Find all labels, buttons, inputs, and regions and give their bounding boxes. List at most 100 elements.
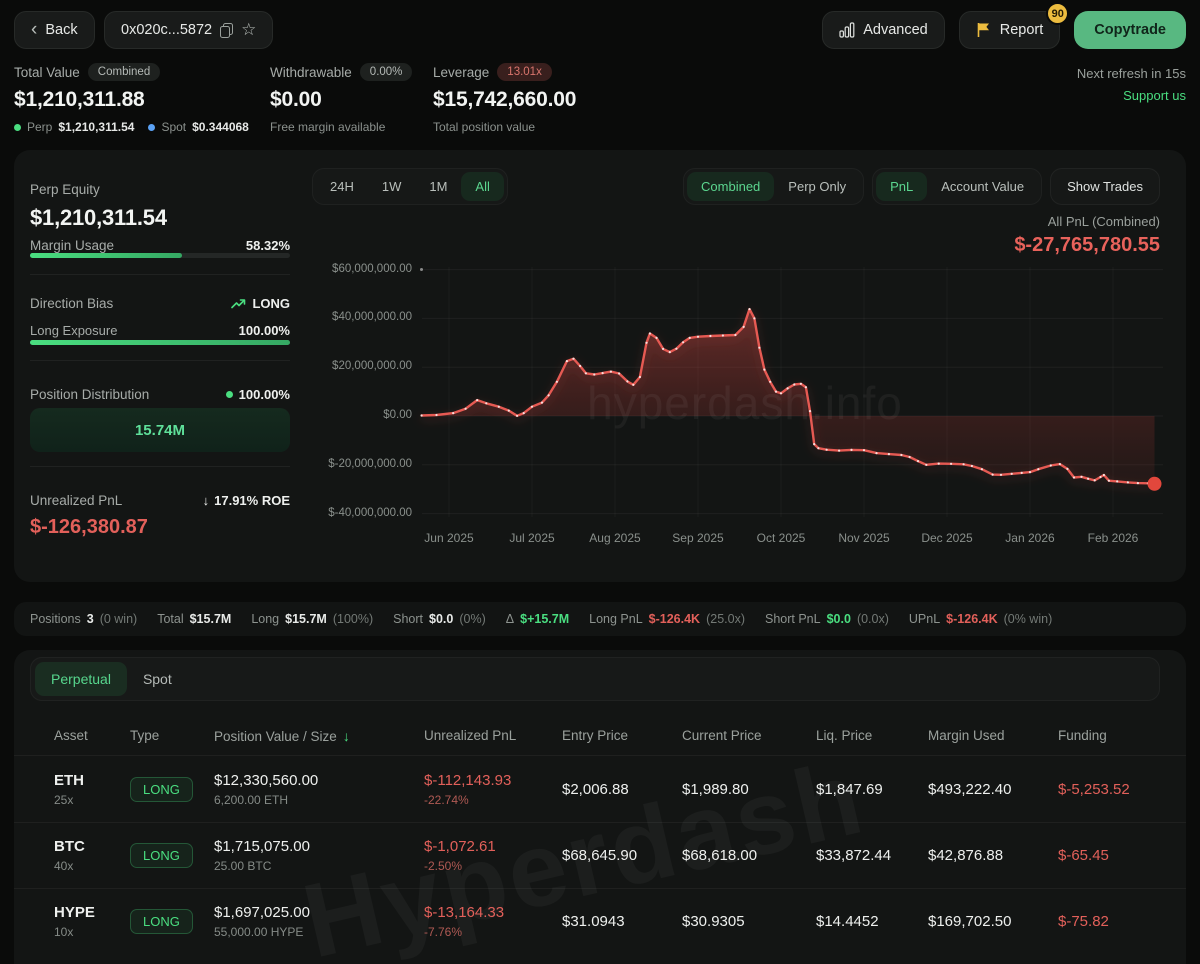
- position-row-btc[interactable]: BTC40xLONG$1,715,075.0025.00 BTC$-1,072.…: [14, 822, 1186, 888]
- sort-desc-icon: ↓: [343, 728, 350, 744]
- col-type[interactable]: Type: [130, 728, 214, 743]
- tab-perpetual[interactable]: Perpetual: [35, 662, 127, 696]
- funding-cell: $-65.45: [1058, 847, 1162, 864]
- margin-used-cell: $42,876.88: [928, 847, 1058, 864]
- report-button[interactable]: Report: [959, 11, 1061, 49]
- col-entry-price[interactable]: Entry Price: [562, 728, 682, 743]
- range-tab-all[interactable]: All: [461, 172, 503, 201]
- spot-label: Spot: [161, 120, 186, 134]
- col-unrealized-pnl[interactable]: Unrealized PnL: [424, 728, 562, 743]
- copy-icon[interactable]: [220, 23, 233, 38]
- withdrawable-pct-badge: 0.00%: [360, 63, 413, 81]
- col-margin-used[interactable]: Margin Used: [928, 728, 1058, 743]
- total-value-amount: $1,210,311.88: [14, 88, 249, 112]
- x-axis-tick: Nov 2025: [819, 531, 909, 545]
- address-pill[interactable]: 0x020c...5872 ☆: [104, 11, 273, 49]
- back-label: Back: [45, 22, 77, 38]
- margin-usage-label: Margin Usage: [30, 238, 114, 253]
- long-exposure-value: 100.00%: [239, 323, 290, 338]
- col-current-price[interactable]: Current Price: [682, 728, 816, 743]
- liq-price-cell: $33,872.44: [816, 847, 928, 864]
- x-axis-tick: Aug 2025: [570, 531, 660, 545]
- asset-cell: HYPE10x: [54, 904, 130, 939]
- positions-summary-bar: Positions3(0 win)Total$15.7MLong$15.7M(1…: [14, 602, 1186, 636]
- summary-items: Positions3(0 win)Total$15.7MLong$15.7M(1…: [14, 602, 1186, 636]
- advanced-button[interactable]: Advanced: [822, 11, 945, 49]
- position-row-hype[interactable]: HYPE10xLONG$1,697,025.0055,000.00 HYPE$-…: [14, 888, 1186, 954]
- positions-table-body: ETH25xLONG$12,330,560.006,200.00 ETH$-11…: [14, 756, 1186, 954]
- y-axis-tick: $20,000,000.00: [14, 360, 412, 372]
- positions-table-header: AssetTypePosition Value / Size↓Unrealize…: [14, 716, 1186, 756]
- unrealized-pnl-value: $-126,380.87: [30, 516, 290, 539]
- summary-total: Total$15.7M: [157, 612, 231, 626]
- unrealized-pnl-cell: $-13,164.33-7.76%: [424, 904, 562, 939]
- summary-upnl: UPnL$-126.4K(0% win): [909, 612, 1052, 626]
- x-axis-tick: Jun 2025: [404, 531, 494, 545]
- asset-cell: ETH25x: [54, 772, 130, 807]
- chart-view-tabs: PnLAccount Value: [872, 168, 1042, 205]
- current-price-cell: $68,618.00: [682, 847, 816, 864]
- x-axis-tick: Sep 2025: [653, 531, 743, 545]
- type-cell: LONG: [130, 843, 214, 868]
- liq-price-cell: $14.4452: [816, 913, 928, 930]
- long-badge: LONG: [130, 843, 193, 868]
- stat-leverage: Leverage 13.01x $15,742,660.00 Total pos…: [433, 62, 576, 134]
- direction-bias-row: Direction Bias LONG: [30, 296, 290, 311]
- long-exposure-bar: [30, 340, 290, 345]
- mode-tab-perp-only[interactable]: Perp Only: [774, 172, 860, 201]
- all-pnl-value: $-27,765,780.55: [1014, 234, 1160, 257]
- funding-cell: $-5,253.52: [1058, 781, 1162, 798]
- summary-long-pnl: Long PnL$-126.4K(25.0x): [589, 612, 745, 626]
- report-button-wrap: Report 90: [959, 11, 1061, 49]
- y-axis-tick: $60,000,000.00: [14, 263, 412, 275]
- equity-chart-card: Perp Equity $1,210,311.54 Margin Usage 5…: [14, 150, 1186, 582]
- summary-long: Long$15.7M(100%): [251, 612, 373, 626]
- col-asset[interactable]: Asset: [54, 728, 130, 743]
- position-row-eth[interactable]: ETH25xLONG$12,330,560.006,200.00 ETH$-11…: [14, 756, 1186, 822]
- col-liq-price[interactable]: Liq. Price: [816, 728, 928, 743]
- star-icon[interactable]: ☆: [241, 20, 256, 40]
- unrealized-pnl-cell: $-1,072.61-2.50%: [424, 838, 562, 873]
- spot-dot: [148, 124, 155, 131]
- y-axis-tick: $-20,000,000.00: [14, 458, 412, 470]
- distribution-dot: [226, 391, 233, 398]
- col-position-value-size[interactable]: Position Value / Size↓: [214, 728, 424, 744]
- view-tab-account-value[interactable]: Account Value: [927, 172, 1038, 201]
- pnl-chart-svg[interactable]: [330, 255, 1175, 530]
- entry-price-cell: $2,006.88: [562, 781, 682, 798]
- x-axis-tick: Feb 2026: [1068, 531, 1158, 545]
- y-axis-tick: $-40,000,000.00: [14, 507, 412, 519]
- view-tab-pnl[interactable]: PnL: [876, 172, 927, 201]
- x-axis-tick: Dec 2025: [902, 531, 992, 545]
- mode-tab-combined[interactable]: Combined: [687, 172, 774, 201]
- perp-equity-block: Perp Equity $1,210,311.54: [30, 182, 290, 231]
- current-price-cell: $1,989.80: [682, 781, 816, 798]
- position-distribution-value: 100.00%: [239, 387, 290, 402]
- y-axis-tick: $0.00: [14, 409, 412, 421]
- flag-icon: [976, 22, 992, 38]
- show-trades-button[interactable]: Show Trades: [1050, 168, 1160, 205]
- perp-equity-label: Perp Equity: [30, 182, 290, 197]
- withdrawable-sub: Free margin available: [270, 120, 385, 134]
- perp-label: Perp: [27, 120, 52, 134]
- y-axis-dot: [420, 268, 423, 271]
- unrealized-pnl-cell: $-112,143.93-22.74%: [424, 772, 562, 807]
- summary-short-pnl: Short PnL$0.0(0.0x): [765, 612, 889, 626]
- position-distribution-row: Position Distribution 100.00%: [30, 387, 290, 402]
- bar-chart-icon: [839, 22, 855, 38]
- range-tab-1w[interactable]: 1W: [368, 172, 416, 201]
- trend-up-icon: [231, 298, 246, 309]
- margin-usage-fill: [30, 253, 182, 258]
- summary-short: Short$0.0(0%): [393, 612, 486, 626]
- support-us-link[interactable]: Support us: [1123, 88, 1186, 103]
- direction-bias-value: LONG: [252, 296, 290, 311]
- copytrade-button[interactable]: Copytrade: [1074, 11, 1186, 49]
- range-tab-1m[interactable]: 1M: [415, 172, 461, 201]
- tab-spot[interactable]: Spot: [127, 662, 188, 696]
- position-value-amount: $15,742,660.00: [433, 88, 576, 112]
- back-button[interactable]: ‹ Back: [14, 11, 95, 49]
- col-funding[interactable]: Funding: [1058, 728, 1162, 743]
- range-tab-24h[interactable]: 24H: [316, 172, 368, 201]
- long-badge: LONG: [130, 909, 193, 934]
- topbar: ‹ Back 0x020c...5872 ☆ Advanced Report 9…: [14, 11, 1186, 49]
